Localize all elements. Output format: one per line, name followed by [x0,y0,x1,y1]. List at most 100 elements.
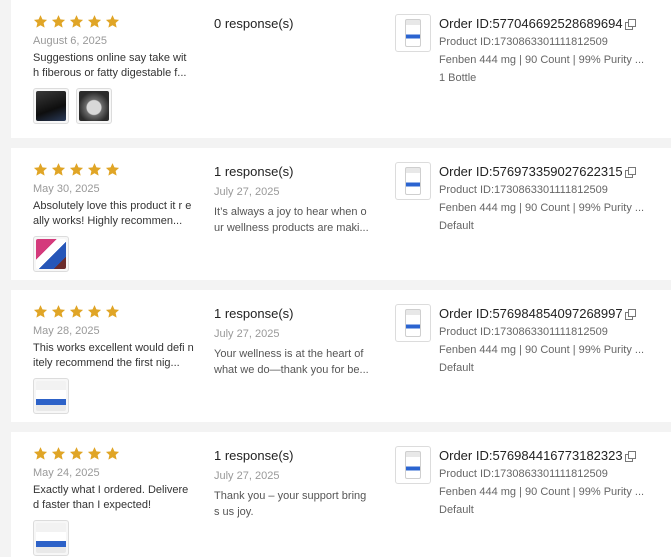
star-icon [33,163,48,176]
star-icon [51,15,66,28]
review-date: May 30, 2025 [33,183,100,195]
product-variant: 1 Bottle [439,72,477,84]
order-id-text: Order ID:576984854097268997 [439,306,623,321]
review-photo-thumbnail[interactable] [33,378,69,414]
copy-icon[interactable] [624,167,636,178]
response-count[interactable]: 0 response(s) [214,16,376,32]
order-id-text: Order ID:576973359027622315 [439,164,623,179]
star-icon [69,447,84,460]
star-icon [51,447,66,460]
response-count[interactable]: 1 response(s) [214,448,376,464]
star-icon [69,305,84,318]
review-text[interactable]: Exactly what I ordered. Delivere d faste… [33,483,195,513]
response-column: 0 response(s) [214,16,376,32]
product-id: Product ID:1730863301111812509 [439,326,608,338]
review-card: May 30, 2025 Absolutely love this produc… [11,148,671,280]
star-icon [33,15,48,28]
order-info: Order ID:576984416773182323 Product ID:1… [439,447,671,517]
product-variant: Default [439,504,474,516]
star-icon [33,447,48,460]
bottle-icon [405,19,421,47]
bottle-icon [405,451,421,479]
response-date: July 27, 2025 [214,186,280,198]
product-id: Product ID:1730863301111812509 [439,184,608,196]
order-id: Order ID:576984416773182323 [439,447,671,464]
order-id-text: Order ID:577046692528689694 [439,16,623,31]
product-image[interactable] [395,14,431,52]
review-card: May 24, 2025 Exactly what I ordered. Del… [11,432,671,557]
review-photos [33,236,203,272]
product-image[interactable] [395,162,431,200]
response-date: July 27, 2025 [214,470,280,482]
review-photo-thumbnail[interactable] [76,88,112,124]
review-date: May 28, 2025 [33,325,100,337]
order-info: Order ID:576984854097268997 Product ID:1… [439,305,671,375]
product-variant: Default [439,220,474,232]
review-list: August 6, 2025 Suggestions online say ta… [0,0,671,557]
product-name[interactable]: Fenben 444 mg | 90 Count | 99% Purity ..… [439,485,671,499]
product-id: Product ID:1730863301111812509 [439,468,608,480]
star-icon [51,305,66,318]
star-icon [105,15,120,28]
star-rating [33,14,203,30]
response-text[interactable]: Your wellness is at the heart of what we… [214,346,372,378]
star-icon [87,447,102,460]
copy-icon[interactable] [624,19,636,30]
review-column: May 24, 2025 Exactly what I ordered. Del… [33,446,203,556]
star-icon [105,163,120,176]
review-photo-thumbnail[interactable] [33,520,69,556]
review-column: August 6, 2025 Suggestions online say ta… [33,14,203,124]
review-photo-thumbnail[interactable] [33,236,69,272]
review-column: May 30, 2025 Absolutely love this produc… [33,162,203,272]
product-name[interactable]: Fenben 444 mg | 90 Count | 99% Purity ..… [439,201,671,215]
response-date: July 27, 2025 [214,328,280,340]
response-text[interactable]: Thank you – your support bring s us joy. [214,488,372,520]
star-icon [105,305,120,318]
order-id: Order ID:576973359027622315 [439,163,671,180]
review-text[interactable]: Absolutely love this product it r eally … [33,199,195,229]
product-image[interactable] [395,304,431,342]
star-icon [51,163,66,176]
order-id: Order ID:577046692528689694 [439,15,671,32]
review-card: May 28, 2025 This works excellent would … [11,290,671,422]
star-rating [33,162,203,178]
star-icon [87,305,102,318]
review-text[interactable]: This works excellent would defi nitely r… [33,341,195,371]
product-name[interactable]: Fenben 444 mg | 90 Count | 99% Purity ..… [439,53,671,67]
product-id: Product ID:1730863301111812509 [439,36,608,48]
response-count[interactable]: 1 response(s) [214,164,376,180]
response-count[interactable]: 1 response(s) [214,306,376,322]
star-icon [105,447,120,460]
review-photos [33,88,203,124]
review-card: August 6, 2025 Suggestions online say ta… [11,0,671,138]
review-photos [33,378,203,414]
star-rating [33,304,203,320]
order-id: Order ID:576984854097268997 [439,305,671,322]
review-text[interactable]: Suggestions online say take wit h fibero… [33,51,195,81]
star-icon [69,15,84,28]
star-rating [33,446,203,462]
review-date: August 6, 2025 [33,35,108,47]
star-icon [33,305,48,318]
response-column: 1 response(s) July 27, 2025 It’s always … [214,164,376,236]
product-variant: Default [439,362,474,374]
order-info: Order ID:576973359027622315 Product ID:1… [439,163,671,233]
order-id-text: Order ID:576984416773182323 [439,448,623,463]
star-icon [69,163,84,176]
order-info: Order ID:577046692528689694 Product ID:1… [439,15,671,85]
bottle-icon [405,167,421,195]
star-icon [87,163,102,176]
star-icon [87,15,102,28]
copy-icon[interactable] [624,451,636,462]
review-photos [33,520,203,556]
review-column: May 28, 2025 This works excellent would … [33,304,203,414]
product-name[interactable]: Fenben 444 mg | 90 Count | 99% Purity ..… [439,343,671,357]
bottle-icon [405,309,421,337]
review-photo-thumbnail[interactable] [33,88,69,124]
review-date: May 24, 2025 [33,467,100,479]
product-image[interactable] [395,446,431,484]
copy-icon[interactable] [624,309,636,320]
response-text[interactable]: It’s always a joy to hear when o ur well… [214,204,372,236]
response-column: 1 response(s) July 27, 2025 Thank you – … [214,448,376,520]
response-column: 1 response(s) July 27, 2025 Your wellnes… [214,306,376,378]
